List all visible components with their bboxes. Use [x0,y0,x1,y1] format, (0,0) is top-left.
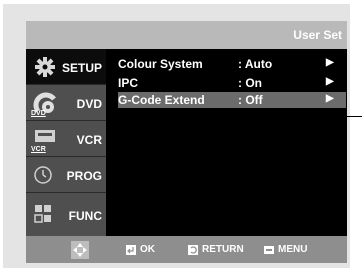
menu-row-name: Colour System [118,57,203,71]
callout-line [347,116,362,117]
sidebar-item-label: DVD [76,97,102,111]
navigation-pad-icon [71,241,89,259]
sidebar-item-label: PROG [66,169,102,183]
menu-row-ipc[interactable]: IPC : On ▶ [118,75,346,91]
header-bar: User Set [26,21,347,49]
return-button-hint: RETURN [188,244,244,255]
right-arrow-icon: ▶ [326,57,334,68]
right-arrow-icon: ▶ [326,76,334,87]
return-label: RETURN [202,244,244,255]
menu-label: MENU [278,244,308,255]
sidebar-item-label: VCR [76,133,102,147]
sidebar-item-setup[interactable]: SETUP [26,49,106,85]
right-arrow-icon: ▶ [326,93,334,104]
sidebar-item-vcr[interactable]: VCR VCR [26,121,106,157]
sidebar-item-label: FUNC [68,209,102,223]
menu-row-name: G-Code Extend [118,93,205,107]
menu-row-colour-system[interactable]: Colour System : Auto ▶ [118,56,346,72]
sidebar: SETUP DVD DVD VCR VCR PROG FUNC [26,49,106,236]
menu-row-name: IPC [118,76,139,90]
enter-icon [126,244,136,255]
sidebar-item-func[interactable]: FUNC [26,193,106,236]
osd-screen: User Set SETUP DVD DVD VCR VCR PROG FUNC… [26,21,347,263]
menu-icon [264,245,274,254]
menu-button-hint: MENU [264,244,307,255]
menu-row-value: : Auto [238,57,273,71]
clock-icon [34,166,52,184]
menu-row-g-code-extend[interactable]: G-Code Extend : Off ▶ [118,92,346,108]
page-title: User Set [293,28,342,42]
vcr-logo-text: VCR [31,146,46,153]
ok-label: OK [140,244,155,255]
ok-button-hint: OK [126,244,155,255]
return-icon [188,244,198,255]
menu-content: Colour System : Auto ▶ IPC : On ▶ G-Code… [106,49,347,236]
function-grid-icon [34,205,51,223]
sidebar-item-prog[interactable]: PROG [26,157,106,193]
gear-icon [35,57,55,77]
footer-bar: OK RETURN MENU [26,236,347,263]
menu-row-value: : On [238,76,262,90]
sidebar-item-dvd[interactable]: DVD DVD [26,85,106,121]
menu-row-value: : Off [238,93,263,107]
sidebar-item-label: SETUP [61,61,102,75]
dvd-logo-text: DVD [31,110,46,117]
